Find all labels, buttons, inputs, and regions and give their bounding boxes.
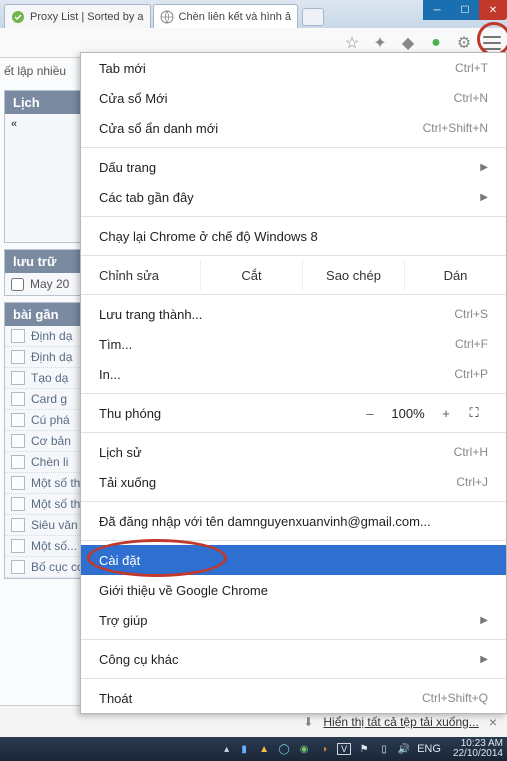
close-download-bar[interactable]: × bbox=[489, 714, 497, 730]
tray-globe-icon[interactable]: ◉ bbox=[297, 742, 311, 756]
extension-shield-icon[interactable]: ◆ bbox=[399, 34, 417, 52]
hamburger-icon bbox=[483, 36, 501, 50]
menu-separator bbox=[81, 147, 506, 148]
extension-green-icon[interactable]: ● bbox=[427, 34, 445, 52]
gear-icon[interactable]: ⚙ bbox=[455, 34, 473, 52]
new-tab-button[interactable] bbox=[302, 8, 324, 26]
chevron-right-icon: ▶ bbox=[480, 654, 488, 665]
flag-icon[interactable]: ⚑ bbox=[357, 742, 371, 756]
menu-separator bbox=[81, 393, 506, 394]
menu-button[interactable] bbox=[483, 34, 501, 52]
menu-signed-in[interactable]: Đã đăng nhập với tên damnguyenxuanvinh@g… bbox=[81, 506, 506, 536]
shortcut: Ctrl+H bbox=[454, 445, 488, 459]
menu-separator bbox=[81, 678, 506, 679]
menu-separator bbox=[81, 255, 506, 256]
browser-tab[interactable]: Chèn liên kết và hình ả bbox=[153, 4, 299, 28]
menu-relaunch-win8[interactable]: Chạy lại Chrome ở chế độ Windows 8 bbox=[81, 221, 506, 251]
archive-checkbox[interactable] bbox=[11, 278, 24, 291]
menu-separator bbox=[81, 432, 506, 433]
close-button[interactable]: ✕ bbox=[479, 0, 507, 20]
menu-new-window[interactable]: Cửa sổ Mới Ctrl+N bbox=[81, 83, 506, 113]
fullscreen-icon[interactable]: ⛶ bbox=[460, 405, 488, 421]
shortcut: Ctrl+P bbox=[454, 367, 488, 381]
menu-about[interactable]: Giới thiệu về Google Chrome bbox=[81, 575, 506, 605]
extension-puzzle-icon[interactable]: ✦ bbox=[371, 34, 389, 52]
tab-title: Proxy List | Sorted by a bbox=[30, 11, 144, 23]
menu-new-tab[interactable]: Tab mới Ctrl+T bbox=[81, 53, 506, 83]
show-all-downloads-link[interactable]: Hiển thị tất cả tệp tải xuống... bbox=[323, 715, 478, 729]
menu-settings[interactable]: Cài đặt bbox=[81, 545, 506, 575]
menu-separator bbox=[81, 216, 506, 217]
shortcut: Ctrl+J bbox=[456, 475, 488, 489]
volume-icon[interactable]: 🔊 bbox=[397, 742, 411, 756]
shortcut: Ctrl+Shift+N bbox=[423, 121, 488, 135]
menu-paste[interactable]: Dán bbox=[404, 260, 506, 290]
shortcut: Ctrl+N bbox=[454, 91, 488, 105]
menu-recent-tabs[interactable]: Các tab gần đây ▶ bbox=[81, 182, 506, 212]
zoom-out-button[interactable]: – bbox=[356, 406, 384, 421]
menu-save-page[interactable]: Lưu trang thành... Ctrl+S bbox=[81, 299, 506, 329]
shortcut: Ctrl+Shift+Q bbox=[422, 691, 488, 705]
tray-av-icon[interactable]: ◑ bbox=[317, 742, 331, 756]
menu-find[interactable]: Tìm... Ctrl+F bbox=[81, 329, 506, 359]
globe-icon bbox=[160, 10, 174, 24]
chrome-main-menu: Tab mới Ctrl+T Cửa sổ Mới Ctrl+N Cửa sổ … bbox=[80, 52, 507, 714]
archive-label: May 20 bbox=[30, 277, 69, 291]
star-icon[interactable]: ☆ bbox=[343, 34, 361, 52]
tray-sync-icon[interactable]: ◯ bbox=[277, 742, 291, 756]
tray-keyboard-icon[interactable]: V bbox=[337, 743, 351, 755]
menu-bookmarks[interactable]: Dấu trang ▶ bbox=[81, 152, 506, 182]
menu-downloads[interactable]: Tải xuống Ctrl+J bbox=[81, 467, 506, 497]
menu-exit[interactable]: Thoát Ctrl+Shift+Q bbox=[81, 683, 506, 713]
taskbar-clock[interactable]: 10:23 AM 22/10/2014 bbox=[453, 739, 503, 760]
chevron-right-icon: ▶ bbox=[480, 192, 488, 203]
chevron-right-icon: ▶ bbox=[480, 162, 488, 173]
shortcut: Ctrl+S bbox=[454, 307, 488, 321]
menu-history[interactable]: Lịch sử Ctrl+H bbox=[81, 437, 506, 467]
tray-cloud-icon[interactable]: ▲ bbox=[257, 742, 271, 756]
menu-cut[interactable]: Cắt bbox=[200, 260, 302, 290]
windows-taskbar: ▴ ▮ ▲ ◯ ◉ ◑ V ⚑ ▯ 🔊 ENG 10:23 AM 22/10/2… bbox=[0, 737, 507, 761]
maximize-button[interactable]: ☐ bbox=[451, 0, 479, 20]
window-controls: ─ ☐ ✕ bbox=[423, 0, 507, 20]
menu-separator bbox=[81, 501, 506, 502]
menu-help[interactable]: Trợ giúp ▶ bbox=[81, 605, 506, 635]
menu-edit-label: Chỉnh sửa bbox=[81, 260, 200, 290]
zoom-in-button[interactable]: + bbox=[432, 406, 460, 421]
browser-tab[interactable]: Proxy List | Sorted by a bbox=[4, 4, 151, 28]
menu-more-tools[interactable]: Công cụ khác ▶ bbox=[81, 644, 506, 674]
system-tray: ▴ ▮ ▲ ◯ ◉ ◑ V ⚑ ▯ 🔊 ENG 10:23 AM 22/10/2… bbox=[224, 739, 503, 760]
menu-zoom: Thu phóng – 100% + ⛶ bbox=[81, 398, 506, 428]
shortcut: Ctrl+F bbox=[455, 337, 488, 351]
shortcut: Ctrl+T bbox=[455, 61, 488, 75]
menu-separator bbox=[81, 294, 506, 295]
chevron-right-icon: ▶ bbox=[480, 615, 488, 626]
menu-incognito[interactable]: Cửa sổ ẩn danh mới Ctrl+Shift+N bbox=[81, 113, 506, 143]
menu-edit-row: Chỉnh sửa Cắt Sao chép Dán bbox=[81, 260, 506, 290]
menu-separator bbox=[81, 540, 506, 541]
tab-title: Chèn liên kết và hình ả bbox=[179, 11, 292, 23]
check-icon bbox=[11, 10, 25, 24]
network-icon[interactable]: ▯ bbox=[377, 742, 391, 756]
input-language[interactable]: ENG bbox=[417, 743, 441, 755]
download-arrow-icon: ⬇ bbox=[303, 715, 313, 729]
menu-copy[interactable]: Sao chép bbox=[302, 260, 404, 290]
clock-date: 22/10/2014 bbox=[453, 749, 503, 760]
tray-expand-icon[interactable]: ▴ bbox=[224, 744, 229, 755]
tray-app-icon[interactable]: ▮ bbox=[237, 742, 251, 756]
minimize-button[interactable]: ─ bbox=[423, 0, 451, 20]
tab-bar: Proxy List | Sorted by a Chèn liên kết v… bbox=[0, 0, 507, 28]
zoom-value: 100% bbox=[384, 406, 432, 421]
calendar-prev[interactable]: « bbox=[11, 118, 17, 130]
menu-separator bbox=[81, 639, 506, 640]
menu-print[interactable]: In... Ctrl+P bbox=[81, 359, 506, 389]
